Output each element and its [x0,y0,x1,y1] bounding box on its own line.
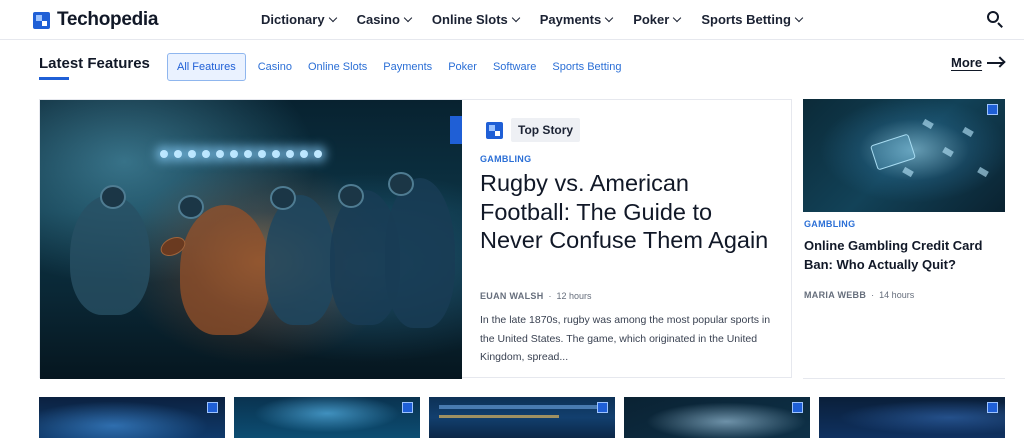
section-title: Latest Features [39,55,150,72]
top-story-tag: Top Story [486,118,581,142]
chevron-down-icon [794,13,804,22]
nav-item-label: Online Slots [431,11,508,27]
story-excerpt: In the late 1870s, rugby was among the m… [480,314,771,363]
filter-sports-betting[interactable]: Sports Betting [544,53,629,81]
filter-all-features[interactable]: All Features [167,53,246,81]
nav-item-label: Poker [633,11,670,27]
nav-item-payments[interactable]: Payments [539,9,614,29]
story-byline: MARIA WEBB · 14 hours [804,290,914,300]
shard [922,118,934,130]
byline-separator: · [548,291,552,301]
story-category[interactable]: GAMBLING [480,154,531,164]
hero-image[interactable] [40,100,462,379]
image-corner-badge [450,116,462,144]
image-corner-badge [792,402,803,413]
helmet [338,184,364,208]
shard [977,166,989,178]
side-story-card[interactable]: GAMBLING Online Gambling Credit Card Ban… [803,99,1005,379]
helmet [270,186,296,210]
arrow-right-icon [987,55,1006,69]
feature-filters: All Features Casino Online Slots Payment… [167,53,629,81]
nav-item-casino[interactable]: Casino [356,9,413,29]
player-figure [70,195,150,315]
shard [942,146,954,158]
nav-item-label: Sports Betting [701,11,791,27]
filter-payments[interactable]: Payments [375,53,440,81]
more-label: More [951,55,983,70]
story-headline[interactable]: Rugby vs. American Football: The Guide t… [480,169,780,255]
player-figure [265,195,335,325]
chevron-down-icon [328,13,337,22]
filter-software[interactable]: Software [485,53,544,81]
story-time: 14 hours [879,290,915,300]
thumbnail-detail [439,415,559,418]
helmet [388,172,414,196]
top-story-body: Top Story GAMBLING Rugby vs. American Fo… [480,100,792,379]
shard [962,126,974,138]
logo-icon [33,11,50,29]
nav-item-label: Casino [356,11,400,27]
more-link[interactable]: More [951,55,1006,70]
story-author[interactable]: EUAN WALSH [480,291,544,301]
image-corner-badge [597,402,608,413]
nav-item-label: Dictionary [261,11,325,27]
byline-separator: · [871,290,875,300]
filter-casino[interactable]: Casino [250,53,300,81]
story-byline: EUAN WALSH · 12 hours [480,291,592,301]
chevron-down-icon [604,13,614,22]
story-thumbnail[interactable] [819,397,1005,438]
player-figure [385,178,455,328]
main-nav: Dictionary Casino Online Slots Payments … [261,9,804,29]
image-corner-badge [987,402,998,413]
story-thumbnail[interactable] [234,397,420,438]
chevron-down-icon [511,13,521,22]
helmet [100,185,126,209]
story-thumbnail[interactable] [624,397,810,438]
player-figure [180,205,270,335]
thumbnail-detail [439,405,605,409]
nav-item-online-slots[interactable]: Online Slots [431,9,521,29]
brand-logo[interactable]: Techopedia [33,9,158,31]
story-thumbnail[interactable] [39,397,225,438]
side-story-image[interactable] [803,99,1005,212]
story-time: 12 hours [556,291,592,301]
story-author[interactable]: MARIA WEBB [804,290,866,300]
filter-poker[interactable]: Poker [440,53,485,81]
search-button[interactable] [986,10,1004,28]
nav-item-sports-betting[interactable]: Sports Betting [701,9,804,29]
nav-item-label: Payments [539,11,602,27]
story-headline[interactable]: Online Gambling Credit Card Ban: Who Act… [804,236,1004,274]
chevron-down-icon [673,13,682,22]
top-header: Techopedia Dictionary Casino Online Slot… [0,0,1024,40]
story-category[interactable]: GAMBLING [804,219,855,229]
logo-icon [486,121,503,139]
chevron-down-icon [403,13,413,22]
image-corner-badge [207,402,218,413]
brand-name: Techopedia [57,9,159,30]
image-corner-badge [987,104,998,115]
stadium-lights [160,150,360,164]
shard [902,166,914,178]
top-story-label: Top Story [511,118,581,142]
credit-card-graphic [869,133,917,171]
story-thumbnail[interactable] [429,397,615,438]
helmet [178,195,204,219]
section-title-underline [39,77,69,80]
top-story-card[interactable]: Top Story GAMBLING Rugby vs. American Fo… [39,99,792,379]
nav-item-dictionary[interactable]: Dictionary [261,9,337,29]
filter-online-slots[interactable]: Online Slots [300,53,375,81]
nav-item-poker[interactable]: Poker [633,9,682,29]
image-corner-badge [402,402,413,413]
